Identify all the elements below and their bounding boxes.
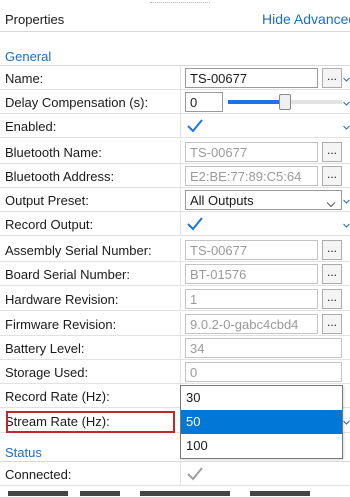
- properties-header: Properties Hide Advanced: [0, 8, 350, 32]
- output-preset-value: All Outputs: [190, 193, 254, 208]
- next-row-partial: [0, 486, 350, 497]
- delay-compensation-slider[interactable]: [228, 92, 343, 112]
- rate-option-selected[interactable]: 50: [181, 410, 342, 434]
- record-output-label: Record Output:: [5, 217, 94, 232]
- storage-used-label: Storage Used:: [5, 365, 89, 380]
- checkmark-icon: [187, 217, 203, 231]
- firmware-revision-ellipsis-button[interactable]: ...: [322, 314, 342, 334]
- firmware-revision-field: 9.0.2-0-gabc4cbd4: [185, 314, 318, 334]
- chevron-down-icon[interactable]: [343, 124, 350, 131]
- row-firmware-revision: Firmware Revision: 9.0.2-0-gabc4cbd4 ...: [0, 312, 350, 336]
- row-output-preset: Output Preset: All Outputs: [0, 188, 350, 212]
- checkmark-icon: [187, 119, 203, 133]
- row-record-output: Record Output:: [0, 212, 350, 236]
- row-bluetooth-address: Bluetooth Address: E2:BE:77:89:C5:64 ...: [0, 164, 350, 188]
- firmware-revision-label: Firmware Revision:: [5, 317, 117, 332]
- assembly-serial-field: TS-00677: [185, 240, 318, 260]
- delay-compensation-label: Delay Compensation (s):: [5, 95, 149, 110]
- group-status-label: Status: [5, 445, 42, 460]
- enabled-label: Enabled:: [5, 119, 57, 134]
- chevron-down-icon[interactable]: [343, 222, 350, 229]
- name-ellipsis-button[interactable]: ...: [322, 68, 342, 88]
- row-board-serial: Board Serial Number: BT-01576 ...: [0, 262, 350, 286]
- row-bluetooth-name: Bluetooth Name: TS-00677 ...: [0, 140, 350, 164]
- board-serial-label: Board Serial Number:: [5, 267, 130, 282]
- row-connected: Connected:: [0, 462, 350, 486]
- chevron-down-icon[interactable]: [343, 419, 350, 426]
- hardware-revision-label: Hardware Revision:: [5, 292, 119, 307]
- battery-level-label: Battery Level:: [5, 341, 85, 356]
- chevron-down-icon[interactable]: [343, 100, 350, 107]
- row-assembly-serial: Assembly Serial Number: TS-00677 ...: [0, 238, 350, 262]
- row-battery-level: Battery Level: 34: [0, 336, 350, 360]
- group-header-status[interactable]: Status: [0, 442, 350, 462]
- panel-drag-grip[interactable]: [0, 0, 350, 6]
- row-name: Name: TS-00677 ...: [0, 66, 350, 90]
- row-delay-compensation: Delay Compensation (s): 0: [0, 90, 350, 114]
- board-serial-field: BT-01576: [185, 264, 318, 284]
- stream-rate-highlight-box: [6, 411, 175, 433]
- output-preset-select[interactable]: All Outputs: [185, 190, 342, 210]
- delay-compensation-input[interactable]: 0: [185, 92, 223, 112]
- name-label: Name:: [5, 71, 44, 86]
- panel-title: Properties: [5, 12, 65, 27]
- row-hardware-revision: Hardware Revision: 1 ...: [0, 287, 350, 311]
- bluetooth-name-ellipsis-button[interactable]: ...: [322, 142, 342, 162]
- assembly-serial-ellipsis-button[interactable]: ...: [322, 240, 342, 260]
- row-enabled: Enabled:: [0, 114, 350, 138]
- output-preset-label: Output Preset:: [5, 193, 89, 208]
- hardware-revision-field: 1: [185, 289, 318, 309]
- hide-advanced-link[interactable]: Hide Advanced: [262, 11, 350, 27]
- chevron-down-icon: [326, 196, 336, 211]
- chevron-down-icon[interactable]: [343, 198, 350, 205]
- checkmark-icon: [187, 467, 203, 481]
- bluetooth-address-label: Bluetooth Address:: [5, 169, 115, 184]
- hardware-revision-ellipsis-button[interactable]: ...: [322, 289, 342, 309]
- slider-thumb[interactable]: [279, 94, 291, 110]
- bluetooth-name-label: Bluetooth Name:: [5, 145, 102, 160]
- enabled-checkbox[interactable]: [186, 117, 204, 135]
- record-output-checkbox[interactable]: [186, 215, 204, 233]
- chevron-down-icon[interactable]: [343, 76, 350, 83]
- board-serial-ellipsis-button[interactable]: ...: [322, 264, 342, 284]
- bluetooth-address-ellipsis-button[interactable]: ...: [322, 166, 342, 186]
- name-input[interactable]: TS-00677: [185, 68, 318, 88]
- row-storage-used: Storage Used: 0: [0, 360, 350, 384]
- battery-level-field: 34: [185, 338, 342, 358]
- assembly-serial-label: Assembly Serial Number:: [5, 243, 152, 258]
- storage-used-field: 0: [185, 362, 342, 382]
- group-general-label: General: [5, 49, 52, 64]
- group-header-general[interactable]: General: [0, 46, 350, 66]
- rate-option[interactable]: 30: [181, 386, 342, 410]
- connected-label: Connected:: [5, 467, 72, 482]
- record-rate-label: Record Rate (Hz):: [5, 389, 110, 404]
- bluetooth-name-field: TS-00677: [185, 142, 318, 162]
- bluetooth-address-field: E2:BE:77:89:C5:64: [185, 166, 318, 186]
- connected-checkbox: [186, 465, 204, 483]
